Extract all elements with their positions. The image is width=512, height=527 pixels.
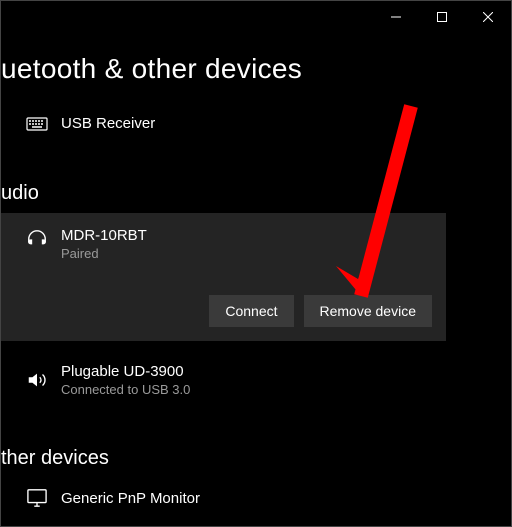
device-name: Plugable UD-3900 xyxy=(61,363,511,380)
window-titlebar xyxy=(1,1,511,33)
device-name: Generic PnP Monitor xyxy=(61,490,511,507)
remove-device-button[interactable]: Remove device xyxy=(304,295,433,327)
close-button[interactable] xyxy=(465,1,511,33)
device-name: USB Receiver xyxy=(61,115,511,132)
monitor-icon xyxy=(25,488,49,508)
device-mdr-10rbt-selected[interactable]: MDR-10RBT Paired Connect Remove device xyxy=(1,213,446,341)
device-status: Connected to USB 3.0 xyxy=(61,382,511,397)
device-generic-monitor[interactable]: Generic PnP Monitor xyxy=(25,478,511,518)
connect-button[interactable]: Connect xyxy=(209,295,293,327)
headphones-icon xyxy=(25,229,49,251)
device-usb-receiver[interactable]: USB Receiver xyxy=(25,105,511,142)
keyboard-icon xyxy=(25,117,49,131)
section-header-audio: udio xyxy=(1,142,511,213)
device-plugable-ud3900[interactable]: Plugable UD-3900 Connected to USB 3.0 xyxy=(25,353,511,407)
maximize-button[interactable] xyxy=(419,1,465,33)
device-name: MDR-10RBT xyxy=(61,227,432,244)
section-header-other-devices: ther devices xyxy=(1,407,511,478)
page-title: uetooth & other devices xyxy=(1,33,511,105)
speaker-icon xyxy=(25,369,49,391)
device-status: Paired xyxy=(61,246,432,261)
minimize-button[interactable] xyxy=(373,1,419,33)
